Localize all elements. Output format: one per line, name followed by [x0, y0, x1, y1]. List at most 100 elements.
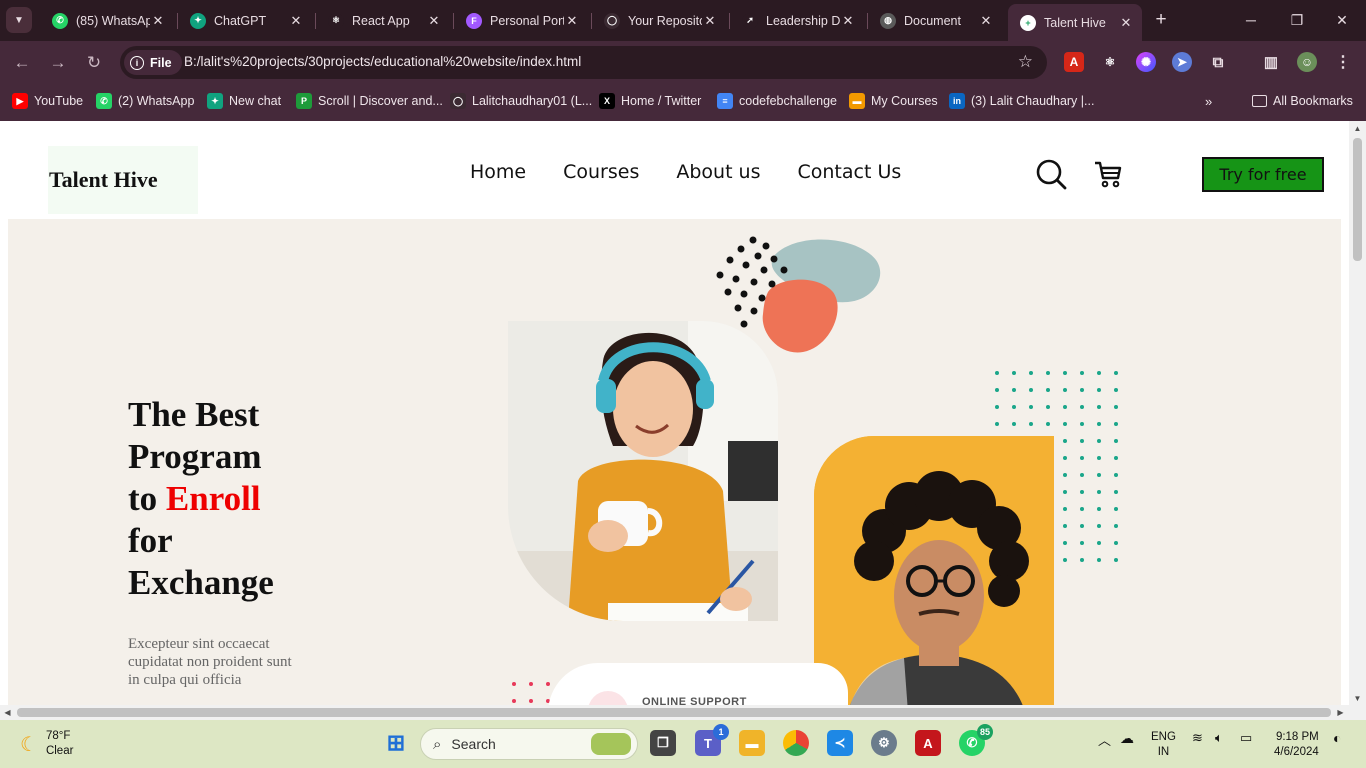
task-view-icon[interactable]: ❐: [650, 730, 676, 756]
tab-close-icon[interactable]: ✕: [840, 13, 856, 29]
tab-close-icon[interactable]: ✕: [150, 13, 166, 29]
onedrive-cloud-icon[interactable]: ☁: [1120, 730, 1134, 747]
language-indicator[interactable]: ENG IN: [1151, 730, 1176, 760]
horizontal-scroll-thumb[interactable]: [17, 708, 1331, 717]
restore-button[interactable]: ❐: [1283, 8, 1311, 32]
clock[interactable]: 9:18 PM 4/6/2024: [1274, 730, 1319, 760]
site-info-chip[interactable]: i File: [124, 50, 182, 75]
bookmark-item[interactable]: X Home / Twitter: [599, 92, 701, 110]
scroll-right-arrow-icon[interactable]: ▶: [1333, 705, 1348, 720]
nav-home[interactable]: Home: [470, 161, 526, 183]
teams-icon[interactable]: T1: [695, 724, 729, 756]
react-devtools-icon[interactable]: ⚛: [1100, 52, 1120, 72]
tab-4[interactable]: ◯ Your Repositories✕: [592, 5, 726, 36]
vscode-icon[interactable]: ≺: [827, 730, 853, 756]
tab-title: React App: [352, 13, 410, 28]
teal-dot: [1097, 422, 1101, 426]
tab-close-icon[interactable]: ✕: [288, 13, 304, 29]
reload-button[interactable]: ↻: [81, 50, 107, 76]
tab-1[interactable]: ✦ ChatGPT ✕: [178, 5, 312, 36]
chrome-icon[interactable]: [783, 730, 809, 756]
minimize-button[interactable]: ─: [1237, 8, 1265, 32]
tab-favicon-icon: ◍: [880, 12, 896, 29]
back-button[interactable]: ←: [9, 50, 35, 76]
all-bookmarks-button[interactable]: All Bookmarks: [1252, 92, 1353, 110]
tray-overflow-chevron-icon[interactable]: ︿: [1098, 730, 1111, 749]
profile-avatar[interactable]: ☺: [1297, 52, 1317, 72]
teal-dot: [1080, 473, 1084, 477]
support-icon: [588, 691, 628, 705]
volume-icon[interactable]: 🔈︎: [1215, 730, 1223, 746]
teams-badge: 1: [713, 724, 729, 740]
tab-search-button[interactable]: ▼: [6, 7, 32, 33]
teal-dot: [1080, 422, 1084, 426]
nav-about-us[interactable]: About us: [676, 161, 760, 183]
wifi-icon[interactable]: ≋: [1192, 730, 1203, 746]
search-icon[interactable]: [1035, 158, 1067, 190]
tab-5[interactable]: ➚ Leadership Dashboard✕: [730, 5, 864, 36]
notifications-icon[interactable]: ◐: [1333, 730, 1341, 746]
bookmark-item[interactable]: ▶ YouTube: [12, 92, 83, 110]
extensions-icon[interactable]: ⧉: [1208, 52, 1228, 72]
acrobat-icon[interactable]: A: [915, 730, 941, 756]
bookmark-item[interactable]: P Scroll | Discover and...: [296, 92, 443, 110]
scroll-left-arrow-icon[interactable]: ◀: [0, 705, 15, 720]
try-for-free-button[interactable]: Try for free: [1202, 157, 1324, 192]
new-tab-button[interactable]: +: [1150, 9, 1172, 31]
teal-dot: [1012, 371, 1016, 375]
site-nav: Home Courses About us Contact Us: [470, 161, 901, 183]
tab-close-icon[interactable]: ✕: [564, 13, 580, 29]
ai-extension-icon[interactable]: ✺: [1136, 52, 1156, 72]
close-window-button[interactable]: ✕: [1328, 8, 1356, 32]
scroll-up-arrow-icon[interactable]: ▲: [1349, 121, 1366, 135]
teal-dot: [1097, 473, 1101, 477]
search-icon: ⌕: [433, 735, 442, 753]
tab-favicon-icon: ◯: [604, 12, 620, 29]
address-bar[interactable]: i File B:/lalit's%20projects/30projects/…: [120, 46, 1047, 79]
tab-0[interactable]: ✆ (85) WhatsApp✕: [40, 5, 174, 36]
tab-6[interactable]: ◍ Document ✕: [868, 5, 1002, 36]
vertical-scrollbar[interactable]: ▲ ▼: [1349, 121, 1366, 705]
pdf-extension-icon[interactable]: A: [1064, 52, 1084, 72]
tab-7[interactable]: + Talent Hive ✕: [1008, 4, 1142, 41]
vertical-scroll-thumb[interactable]: [1353, 138, 1362, 261]
file-explorer-icon[interactable]: ▬: [739, 730, 765, 756]
bookmark-item[interactable]: ✦ New chat: [207, 92, 281, 110]
url-text[interactable]: B:/lalit's%20projects/30projects/educati…: [184, 54, 581, 69]
teal-dot: [1114, 371, 1118, 375]
more-bookmarks-chevron-icon[interactable]: »: [1205, 92, 1212, 110]
teal-dot: [1080, 439, 1084, 443]
settings-gear-icon[interactable]: ⚙: [871, 730, 897, 756]
online-support-card[interactable]: ONLINE SUPPORT: [548, 663, 848, 705]
cursor-extension-icon[interactable]: ➤: [1172, 52, 1192, 72]
whatsapp-icon[interactable]: ✆ 85: [959, 724, 993, 756]
nav-courses[interactable]: Courses: [563, 161, 639, 183]
browser-menu-icon[interactable]: ⋮: [1333, 52, 1353, 72]
teal-dot: [1063, 524, 1067, 528]
bookmark-item[interactable]: ◯ Lalitchaudhary01 (L...: [450, 92, 592, 110]
windows-start-icon[interactable]: ⊞: [383, 730, 409, 756]
tab-close-icon[interactable]: ✕: [702, 13, 718, 29]
bookmark-item[interactable]: ≡ codefebchallenge: [717, 92, 837, 110]
bookmark-item[interactable]: ▬ My Courses: [849, 92, 938, 110]
side-panel-icon[interactable]: ▥: [1261, 52, 1281, 72]
battery-icon[interactable]: ▭: [1240, 730, 1252, 746]
tab-2[interactable]: ⚛ React App ✕: [316, 5, 450, 36]
scroll-down-arrow-icon[interactable]: ▼: [1349, 691, 1366, 705]
tab-close-icon[interactable]: ✕: [1118, 15, 1134, 31]
site-logo[interactable]: Talent Hive: [48, 146, 198, 214]
bookmark-star-icon[interactable]: ☆: [1018, 52, 1033, 72]
weather-widget[interactable]: ☾ 78°F Clear: [20, 729, 73, 759]
teal-dot: [1114, 439, 1118, 443]
cart-icon[interactable]: [1092, 158, 1124, 190]
nav-contact-us[interactable]: Contact Us: [798, 161, 902, 183]
tab-3[interactable]: F Personal Portfolio✕: [454, 5, 588, 36]
taskbar-search[interactable]: ⌕ Search: [420, 728, 638, 760]
bookmark-item[interactable]: in (3) Lalit Chaudhary |...: [949, 92, 1094, 110]
tab-close-icon[interactable]: ✕: [426, 13, 442, 29]
tab-close-icon[interactable]: ✕: [978, 13, 994, 29]
bookmark-item[interactable]: ✆ (2) WhatsApp: [96, 92, 194, 110]
teal-dot: [1114, 473, 1118, 477]
forward-button[interactable]: →: [45, 50, 71, 76]
horizontal-scrollbar[interactable]: ◀ ▶: [0, 705, 1366, 720]
